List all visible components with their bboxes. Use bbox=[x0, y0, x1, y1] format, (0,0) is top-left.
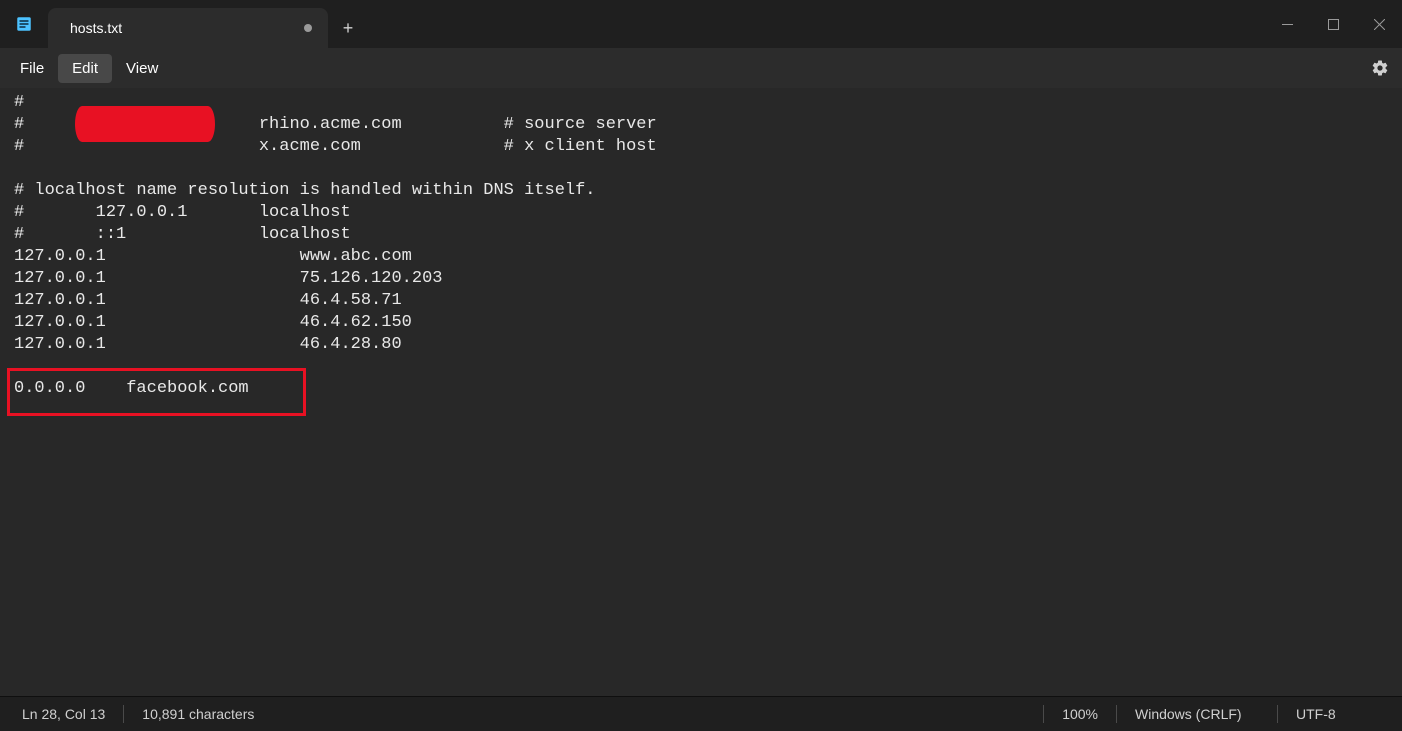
plus-icon: + bbox=[343, 19, 354, 37]
app-icon bbox=[0, 0, 48, 48]
highlight-box bbox=[7, 368, 306, 416]
redaction-overlay bbox=[75, 106, 215, 142]
status-eol[interactable]: Windows (CRLF) bbox=[1117, 697, 1277, 731]
window-controls bbox=[1264, 0, 1402, 48]
menu-file[interactable]: File bbox=[6, 54, 58, 83]
tab-title: hosts.txt bbox=[70, 20, 296, 36]
statusbar: Ln 28, Col 13 10,891 characters 100% Win… bbox=[0, 696, 1402, 730]
new-tab-button[interactable]: + bbox=[328, 8, 368, 48]
editor-text[interactable]: # # rhino.acme.com # source server # x.a… bbox=[14, 92, 1402, 400]
tab-modified-indicator bbox=[304, 24, 312, 32]
tab-hosts[interactable]: hosts.txt bbox=[48, 8, 328, 48]
close-button[interactable] bbox=[1356, 0, 1402, 48]
minimize-button[interactable] bbox=[1264, 0, 1310, 48]
menu-edit[interactable]: Edit bbox=[58, 54, 112, 83]
menu-view[interactable]: View bbox=[112, 54, 172, 83]
status-zoom[interactable]: 100% bbox=[1044, 697, 1116, 731]
editor-area[interactable]: # # rhino.acme.com # source server # x.a… bbox=[0, 88, 1402, 696]
status-charcount[interactable]: 10,891 characters bbox=[124, 697, 272, 731]
status-encoding[interactable]: UTF-8 bbox=[1278, 697, 1398, 731]
titlebar: hosts.txt + bbox=[0, 0, 1402, 48]
menubar: File Edit View bbox=[0, 48, 1402, 88]
maximize-button[interactable] bbox=[1310, 0, 1356, 48]
status-cursor[interactable]: Ln 28, Col 13 bbox=[4, 697, 123, 731]
settings-button[interactable] bbox=[1358, 48, 1402, 88]
gear-icon bbox=[1371, 59, 1389, 77]
